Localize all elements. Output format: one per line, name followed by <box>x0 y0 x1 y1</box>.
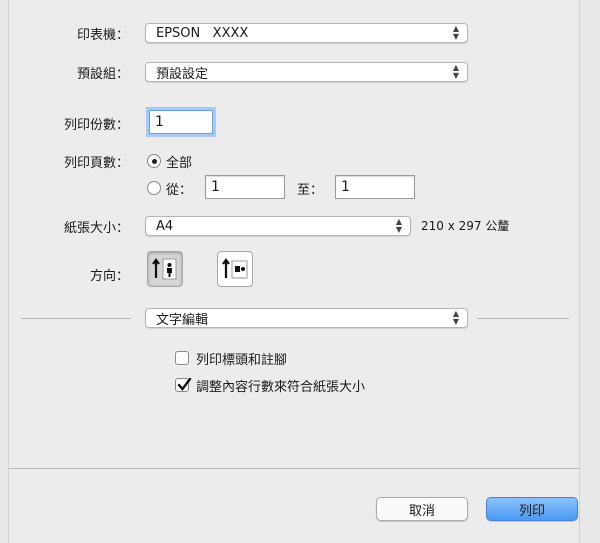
popup-arrows-icon: ▲ ▼ <box>452 309 459 326</box>
pages-to-label: 至： <box>297 183 324 198</box>
section-divider-right <box>477 318 569 319</box>
printer-value: EPSON XXXX <box>156 25 249 41</box>
section-divider-left <box>21 318 131 319</box>
portrait-button[interactable] <box>147 251 183 287</box>
section-popup[interactable]: 文字編輯 ▲ ▼ <box>145 308 468 328</box>
portrait-icon <box>152 258 177 280</box>
paper-size-popup[interactable]: A4 ▲ ▼ <box>145 216 411 236</box>
section-value: 文字編輯 <box>156 312 209 328</box>
pages-from-label: 從： <box>166 183 193 198</box>
pages-label: 列印頁數： <box>63 156 129 171</box>
pages-from-input[interactable]: 1 <box>205 175 285 199</box>
printer-popup[interactable]: EPSON XXXX ▲ ▼ <box>145 23 468 43</box>
pages-range-radio[interactable] <box>147 181 161 195</box>
print-headers-label: 列印標頭和註腳 <box>196 353 288 368</box>
landscape-button[interactable] <box>217 251 253 287</box>
presets-popup[interactable]: 預設設定 ▲ ▼ <box>145 62 468 82</box>
popup-arrows-icon: ▲ ▼ <box>452 24 459 41</box>
pages-to-value: 1 <box>341 179 350 195</box>
print-headers-checkbox[interactable] <box>175 351 189 365</box>
pages-to-input[interactable]: 1 <box>335 175 415 199</box>
landscape-icon <box>222 258 248 279</box>
checkmark-icon <box>177 377 192 391</box>
presets-value: 預設設定 <box>156 66 209 82</box>
paper-size-label: 紙張大小： <box>63 221 129 236</box>
pages-from-value: 1 <box>211 179 220 195</box>
rewrap-checkbox[interactable] <box>175 377 192 392</box>
copies-input[interactable]: 1 <box>149 110 213 134</box>
paper-dimensions: 210 x 297 公釐 <box>421 219 510 233</box>
copies-value: 1 <box>155 114 164 130</box>
printer-label: 印表機： <box>76 28 129 43</box>
pages-all-radio[interactable] <box>147 154 161 168</box>
pages-all-label: 全部 <box>166 156 193 171</box>
print-dialog: 印表機： EPSON XXXX ▲ ▼ 預設組： 預設設定 ▲ ▼ 列印份數： 1 … <box>8 0 580 543</box>
bottom-divider <box>9 468 579 469</box>
cancel-button[interactable]: 取消 <box>376 497 468 521</box>
copies-label: 列印份數： <box>63 118 129 133</box>
presets-label: 預設組： <box>76 67 129 82</box>
orientation-label: 方向： <box>89 269 129 284</box>
popup-arrows-icon: ▲ ▼ <box>452 63 459 80</box>
popup-arrows-icon: ▲ ▼ <box>395 217 402 234</box>
print-button[interactable]: 列印 <box>486 497 578 521</box>
rewrap-label: 調整內容行數來符合紙張大小 <box>196 380 366 395</box>
paper-size-value: A4 <box>156 218 174 234</box>
